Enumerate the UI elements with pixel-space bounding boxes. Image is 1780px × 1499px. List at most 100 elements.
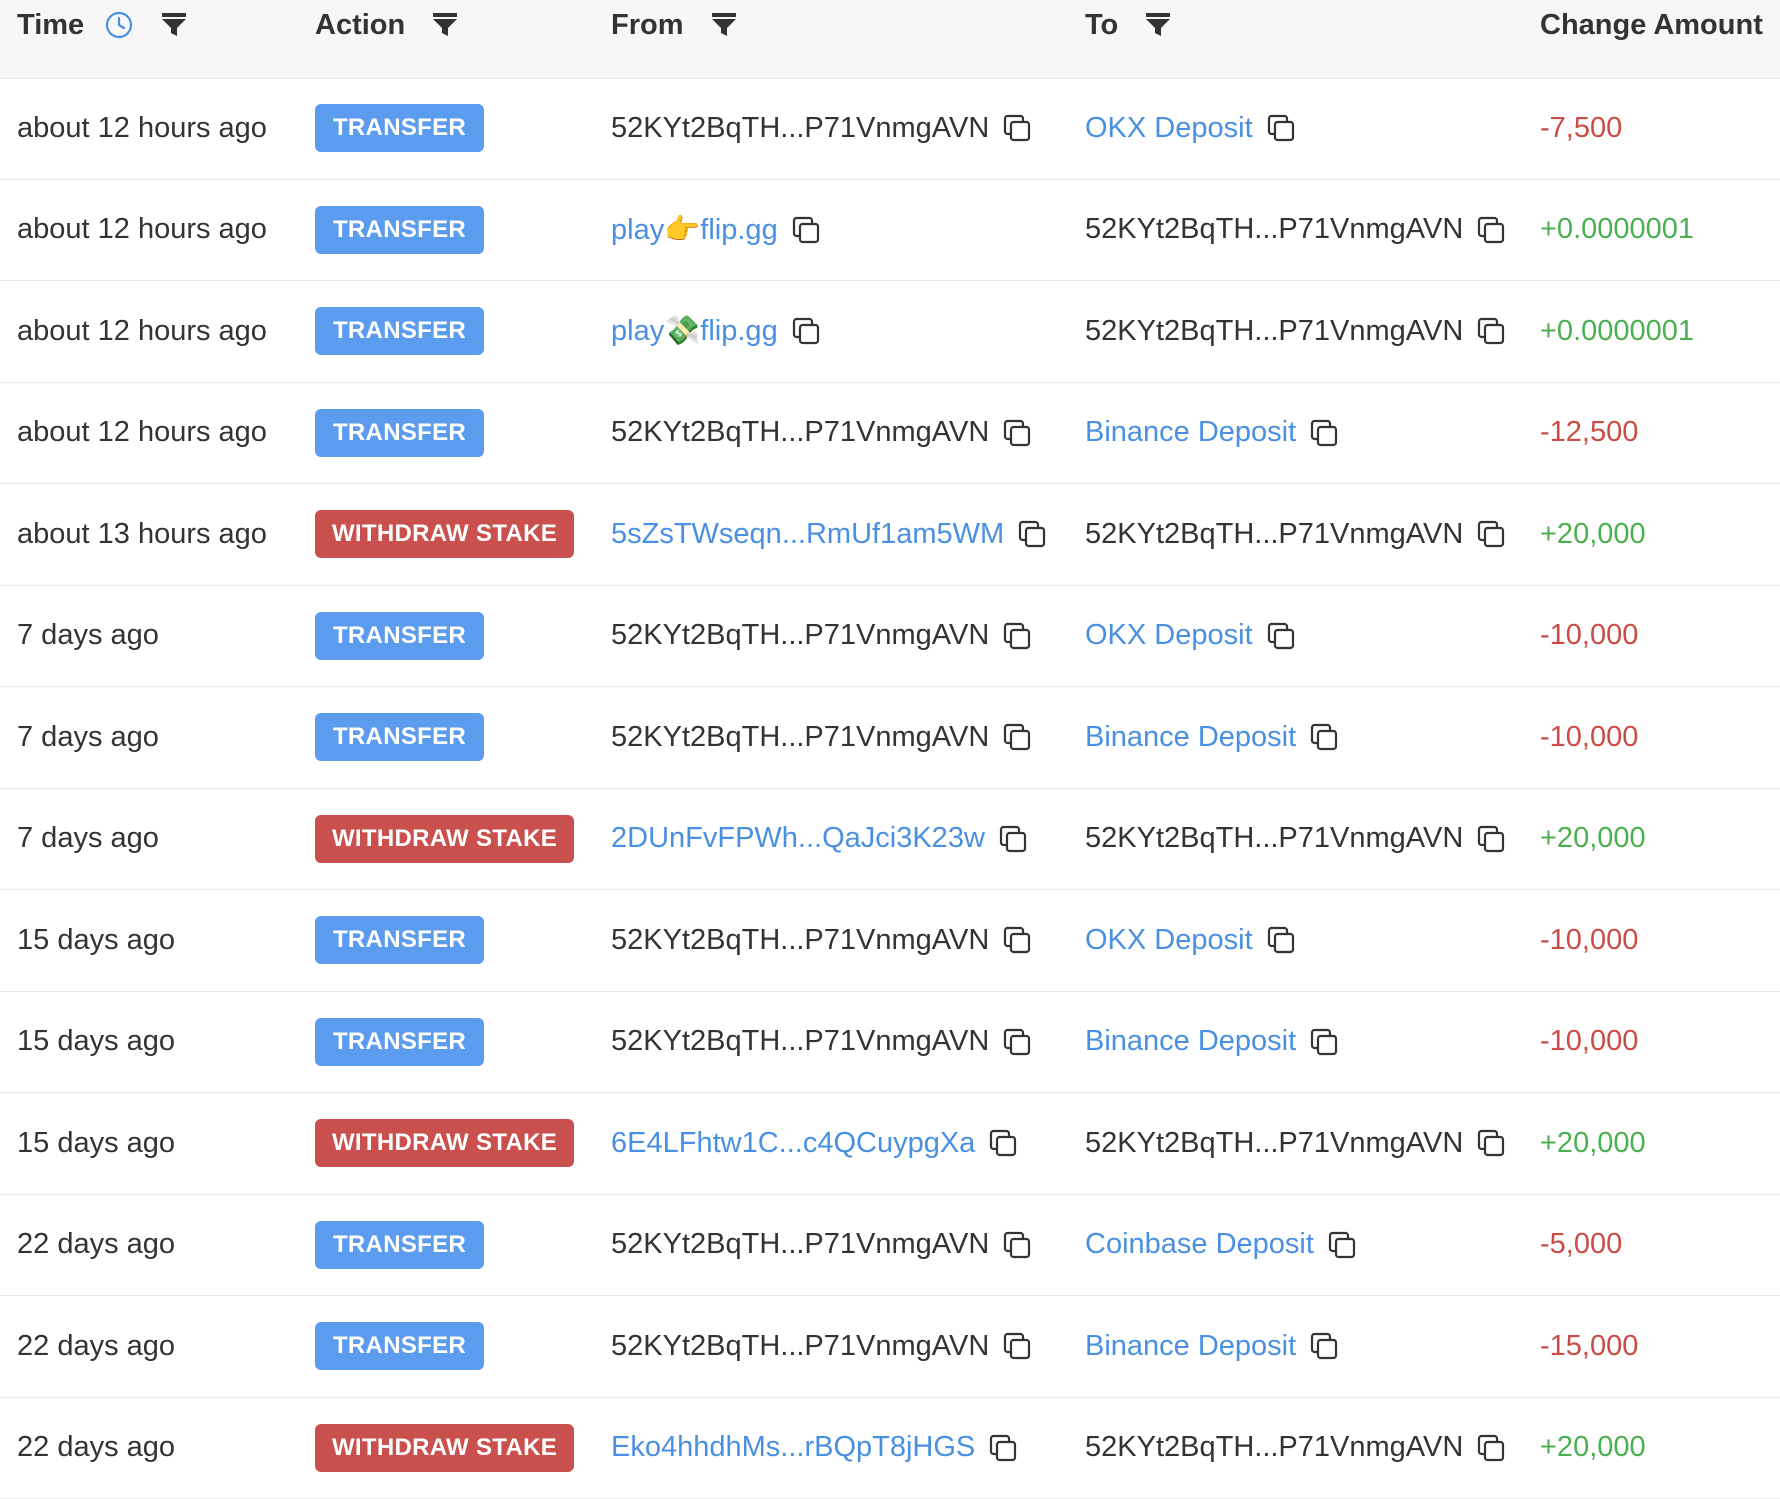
change-amount: -10,000 [1540, 1025, 1638, 1058]
table-row: about 12 hours ago TRANSFER 52KYt2BqTH..… [0, 78, 1780, 180]
action-badge[interactable]: TRANSFER [315, 916, 484, 964]
copy-icon[interactable] [1475, 1127, 1507, 1159]
action-badge[interactable]: TRANSFER [315, 612, 484, 660]
time-text: about 12 hours ago [17, 416, 267, 449]
to-cell: 52KYt2BqTH...P71VnmgAVN [1085, 180, 1507, 281]
action-cell: TRANSFER [315, 687, 484, 788]
amount-cell: -15,000 [1540, 1296, 1638, 1397]
filter-icon[interactable] [431, 11, 459, 39]
from-address[interactable]: Eko4hhdhMs...rBQpT8jHGS [611, 1431, 975, 1464]
copy-icon[interactable] [1265, 924, 1297, 956]
time-cell: 15 days ago [17, 890, 175, 991]
copy-icon[interactable] [1308, 1026, 1340, 1058]
copy-icon[interactable] [1326, 1229, 1358, 1261]
action-badge[interactable]: TRANSFER [315, 206, 484, 254]
header-action: Action [315, 0, 459, 50]
to-address[interactable]: Binance Deposit [1085, 1330, 1296, 1363]
copy-icon[interactable] [1001, 1330, 1033, 1362]
copy-icon[interactable] [1308, 721, 1340, 753]
action-badge[interactable]: TRANSFER [315, 1018, 484, 1066]
time-text: 22 days ago [17, 1431, 175, 1464]
filter-icon[interactable] [710, 11, 738, 39]
amount-cell: -10,000 [1540, 890, 1638, 991]
change-amount: +0.0000001 [1540, 213, 1694, 246]
to-address[interactable]: OKX Deposit [1085, 619, 1253, 652]
copy-icon[interactable] [1308, 417, 1340, 449]
amount-cell: +20,000 [1540, 1093, 1646, 1194]
action-badge[interactable]: TRANSFER [315, 1322, 484, 1370]
change-amount: +0.0000001 [1540, 315, 1694, 348]
time-text: 22 days ago [17, 1228, 175, 1261]
copy-icon[interactable] [997, 823, 1029, 855]
copy-icon[interactable] [1001, 1026, 1033, 1058]
from-cell: 52KYt2BqTH...P71VnmgAVN [611, 992, 1033, 1093]
table-body: about 12 hours ago TRANSFER 52KYt2BqTH..… [0, 78, 1780, 1499]
time-cell: 7 days ago [17, 687, 159, 788]
copy-icon[interactable] [1308, 1330, 1340, 1362]
action-badge[interactable]: WITHDRAW STAKE [315, 1424, 574, 1472]
time-cell: about 12 hours ago [17, 281, 267, 382]
action-cell: TRANSFER [315, 890, 484, 991]
copy-icon[interactable] [1001, 924, 1033, 956]
action-cell: TRANSFER [315, 1195, 484, 1296]
copy-icon[interactable] [1475, 1432, 1507, 1464]
header-action-label: Action [315, 9, 405, 42]
copy-icon[interactable] [1001, 112, 1033, 144]
copy-icon[interactable] [790, 315, 822, 347]
copy-icon[interactable] [1016, 518, 1048, 550]
table-row: 7 days ago TRANSFER 52KYt2BqTH...P71Vnmg… [0, 586, 1780, 688]
copy-icon[interactable] [1475, 214, 1507, 246]
copy-icon[interactable] [987, 1127, 1019, 1159]
from-address[interactable]: 2DUnFvFPWh...QaJci3K23w [611, 822, 985, 855]
time-text: about 12 hours ago [17, 213, 267, 246]
change-amount: +20,000 [1540, 1127, 1646, 1160]
copy-icon[interactable] [1001, 417, 1033, 449]
clock-icon[interactable] [104, 10, 134, 40]
table-row: 22 days ago TRANSFER 52KYt2BqTH...P71Vnm… [0, 1195, 1780, 1297]
to-address[interactable]: OKX Deposit [1085, 924, 1253, 957]
action-badge[interactable]: TRANSFER [315, 713, 484, 761]
action-badge[interactable]: WITHDRAW STAKE [315, 510, 574, 558]
to-address[interactable]: Binance Deposit [1085, 721, 1296, 754]
from-cell: 6E4LFhtw1C...c4QCuypgXa [611, 1093, 1019, 1194]
action-badge[interactable]: WITHDRAW STAKE [315, 1119, 574, 1167]
copy-icon[interactable] [1475, 315, 1507, 347]
header-to: To [1085, 0, 1172, 50]
to-address: 52KYt2BqTH...P71VnmgAVN [1085, 315, 1463, 348]
from-address[interactable]: play💸flip.gg [611, 314, 778, 348]
action-badge[interactable]: WITHDRAW STAKE [315, 815, 574, 863]
action-badge[interactable]: TRANSFER [315, 409, 484, 457]
header-from-label: From [611, 9, 684, 42]
from-address[interactable]: 6E4LFhtw1C...c4QCuypgXa [611, 1127, 975, 1160]
to-cell: Binance Deposit [1085, 687, 1340, 788]
copy-icon[interactable] [1001, 1229, 1033, 1261]
header-time-label: Time [17, 9, 84, 42]
to-address[interactable]: Coinbase Deposit [1085, 1228, 1314, 1261]
copy-icon[interactable] [1001, 620, 1033, 652]
copy-icon[interactable] [1265, 112, 1297, 144]
copy-icon[interactable] [1001, 721, 1033, 753]
copy-icon[interactable] [790, 214, 822, 246]
table-row: about 12 hours ago TRANSFER play👉flip.gg… [0, 180, 1780, 282]
filter-icon[interactable] [160, 11, 188, 39]
action-badge[interactable]: TRANSFER [315, 307, 484, 355]
action-badge[interactable]: TRANSFER [315, 1221, 484, 1269]
from-address: 52KYt2BqTH...P71VnmgAVN [611, 1330, 989, 1363]
to-address[interactable]: Binance Deposit [1085, 1025, 1296, 1058]
to-address[interactable]: OKX Deposit [1085, 112, 1253, 145]
to-address[interactable]: Binance Deposit [1085, 416, 1296, 449]
copy-icon[interactable] [987, 1432, 1019, 1464]
copy-icon[interactable] [1475, 823, 1507, 855]
from-address[interactable]: play👉flip.gg [611, 213, 778, 247]
from-address[interactable]: 5sZsTWseqn...RmUf1am5WM [611, 518, 1004, 551]
amount-cell: +20,000 [1540, 484, 1646, 585]
header-change-amount: Change Amount [1540, 0, 1763, 50]
amount-cell: -10,000 [1540, 992, 1638, 1093]
change-amount: -12,500 [1540, 416, 1638, 449]
amount-cell: +0.0000001 [1540, 281, 1694, 382]
copy-icon[interactable] [1475, 518, 1507, 550]
action-badge[interactable]: TRANSFER [315, 104, 484, 152]
copy-icon[interactable] [1265, 620, 1297, 652]
filter-icon[interactable] [1144, 11, 1172, 39]
time-text: 15 days ago [17, 924, 175, 957]
